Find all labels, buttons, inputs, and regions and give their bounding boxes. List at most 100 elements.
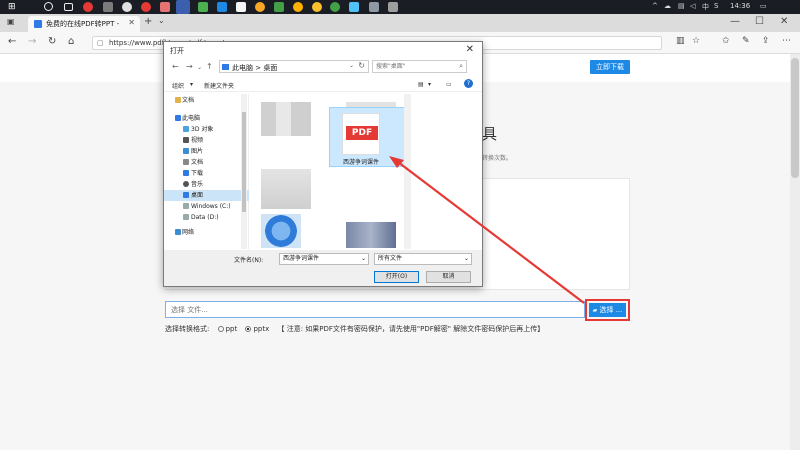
pen-icon[interactable]: ✎ [742,36,750,46]
nav-item-downloads[interactable]: 下载 [164,168,249,179]
new-tab-icon[interactable]: + [144,16,152,27]
close-window-icon[interactable]: ✕ [780,16,788,27]
up-icon[interactable]: ↑ [206,62,213,71]
blurred-file[interactable] [346,222,396,248]
file-input-field[interactable] [166,302,584,317]
maximize-icon[interactable]: ☐ [755,16,764,27]
app-icon[interactable] [176,0,190,14]
nav-item-documents[interactable]: 文档 [164,95,249,106]
favorites-icon[interactable]: ✩ [722,36,730,46]
chevron-down-icon[interactable]: ⌄ [197,64,202,71]
browser-tab[interactable]: 免费的在线PDF转PPT - ✕ [28,16,140,32]
search-input[interactable] [373,61,466,72]
chevron-down-icon[interactable]: ▾ [190,81,193,88]
tab-list-icon[interactable]: ▣ [7,17,15,26]
nav-item-c-drive[interactable]: Windows (C:) [164,201,249,212]
organize-menu[interactable]: 组织 [172,81,184,90]
nav-scroll-thumb[interactable] [242,112,246,212]
network-icon[interactable]: ▤ [678,2,685,10]
blurred-file[interactable] [261,169,311,209]
open-file-dialog: 打开 ✕ ← → ⌄ ↑ 此电脑 > 桌面 ⌄ ↻ ⌕ 组织 ▾ 新建文件夹 ▤… [163,41,483,287]
breadcrumb-item[interactable]: 此电脑 [232,64,253,72]
more-icon[interactable]: ⋯ [782,36,791,46]
app-icon[interactable] [141,2,151,12]
page-scroll-thumb[interactable] [791,58,799,178]
nav-item-music[interactable]: 音乐 [164,179,249,190]
format-option-ppt[interactable]: ppt [217,325,237,333]
clock[interactable]: 14:36 [730,2,750,10]
notification-icon[interactable]: ▭ [760,2,767,10]
app-icon[interactable] [255,2,265,12]
app-icon[interactable] [103,2,113,12]
filename-input[interactable]: 西游争词课件 ⌄ [279,253,369,265]
chevron-down-icon[interactable]: ⌄ [158,16,165,25]
app-icon[interactable] [217,2,227,12]
cloud-icon[interactable]: ☁ [664,2,671,10]
open-button[interactable]: 打开(O) [374,271,419,283]
view-icon[interactable]: ▤ [418,81,424,88]
app-icon[interactable] [293,2,303,12]
pdf-file-item[interactable]: PDF 西游争词课件 [329,107,407,167]
star-icon[interactable]: ☆ [692,36,700,46]
nav-item-d-drive[interactable]: Data (D:) [164,212,249,223]
refresh-icon[interactable]: ↻ [48,36,56,47]
home-icon[interactable]: ⌂ [68,36,74,47]
app-tray-icon[interactable]: S [714,2,718,10]
forward-icon[interactable]: → [186,62,193,71]
app-icon[interactable] [122,2,132,12]
preview-pane-icon[interactable]: ▭ [446,81,452,88]
forward-icon[interactable]: → [28,36,36,47]
language-indicator[interactable]: 中 [702,2,709,12]
app-icon[interactable] [83,2,93,12]
radio-checked-icon[interactable] [245,326,252,332]
reading-view-icon[interactable]: ▥ [676,36,685,46]
share-icon[interactable]: ⇪ [762,36,770,46]
chevron-up-icon[interactable]: ^ [652,2,658,10]
back-icon[interactable]: ← [172,62,179,71]
nav-item-3d-objects[interactable]: 3D 对象 [164,124,249,135]
choose-file-button[interactable]: ▰ 选择 ... [589,303,626,317]
close-icon[interactable]: ✕ [466,44,474,55]
app-icon[interactable] [330,2,340,12]
task-view-icon[interactable] [64,3,73,11]
format-option-pptx[interactable]: pptx [245,325,269,333]
app-icon[interactable] [388,2,398,12]
nav-item-documents-2[interactable]: 文档 [164,157,249,168]
new-folder-button[interactable]: 新建文件夹 [204,81,234,90]
app-icon[interactable] [274,2,284,12]
chevron-down-icon[interactable]: ▾ [428,81,431,88]
chevron-down-icon[interactable]: ⌄ [361,254,366,264]
file-list-scrollbar[interactable] [404,94,411,249]
blurred-file[interactable] [261,214,301,248]
nav-item-this-pc[interactable]: 此电脑 [164,113,249,124]
windows-icon[interactable]: ⊞ [8,2,18,12]
nav-item-videos[interactable]: 视频 [164,135,249,146]
breadcrumb-item[interactable]: 桌面 [263,64,277,72]
nav-item-network[interactable]: 网络 [164,227,249,238]
app-icon[interactable] [369,2,379,12]
path-bar[interactable]: 此电脑 > 桌面 ⌄ ↻ [219,60,369,73]
cancel-button[interactable]: 取消 [426,271,471,283]
volume-icon[interactable]: ◁ [690,2,695,10]
app-icon[interactable] [349,2,359,12]
file-input[interactable] [165,301,585,318]
refresh-icon[interactable]: ↻ [358,61,365,70]
search-box[interactable]: ⌕ [372,60,467,73]
chevron-down-icon[interactable]: ⌄ [349,62,354,69]
app-icon[interactable] [198,2,208,12]
radio-icon[interactable] [217,326,224,332]
app-icon[interactable] [312,2,322,12]
minimize-icon[interactable]: — [730,16,740,27]
app-icon[interactable] [236,2,246,12]
blurred-file[interactable] [261,102,311,136]
back-icon[interactable]: ← [8,36,16,47]
close-icon[interactable]: ✕ [128,18,135,27]
filetype-select[interactable]: 所有文件 ⌄ [374,253,472,265]
app-icon[interactable] [160,2,170,12]
chevron-down-icon[interactable]: ⌄ [464,254,469,264]
nav-item-desktop[interactable]: 桌面 [164,190,249,201]
help-icon[interactable]: ? [464,79,473,88]
search-icon[interactable] [44,2,53,11]
download-button[interactable]: 立即下载 [590,60,630,74]
nav-item-pictures[interactable]: 图片 [164,146,249,157]
